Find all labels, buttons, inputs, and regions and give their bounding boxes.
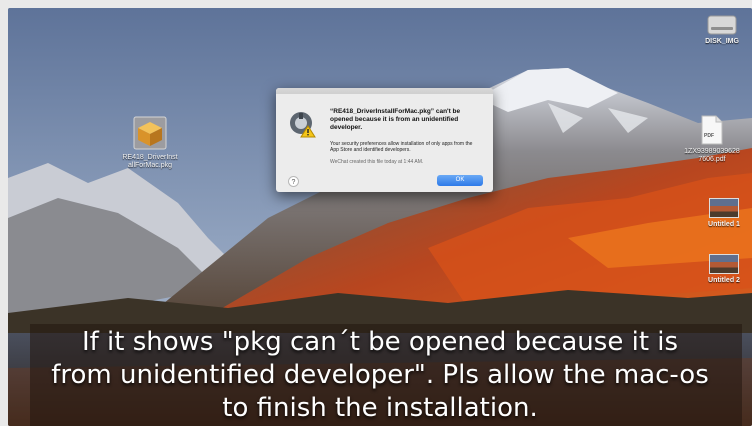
screenshot-thumbnail-icon: [709, 198, 739, 218]
screen-frame: RE418_DriverInst allForMac.pkg DISK_IMG …: [8, 8, 752, 426]
dialog-file-origin: WeChat created this file today at 1:44 A…: [330, 159, 424, 165]
desktop-icon-untitled-1-label: Untitled 1: [708, 221, 740, 228]
screenshot-thumbnail-icon: [709, 254, 739, 274]
desktop-icon-pkg-label: RE418_DriverInst allForMac.pkg: [122, 154, 178, 169]
desktop-icon-pdf-label: 1ZX93989039628 7606.pdf: [684, 148, 740, 163]
caption-line-1: If it shows "pkg can´t be opened because…: [81, 327, 679, 357]
desktop-icon-untitled-2[interactable]: Untitled 2: [702, 254, 746, 285]
video-caption: If it shows "pkg can´t be opened because…: [8, 326, 752, 425]
caption-line-3: to finish the installation.: [222, 393, 538, 423]
desktop-icon-untitled-1[interactable]: Untitled 1: [702, 198, 746, 229]
caption-line-2: from unidentified developer". Pls allow …: [51, 360, 709, 390]
hard-drive-icon: [707, 14, 737, 36]
desktop-icon-pdf[interactable]: PDF 1ZX93989039628 7606.pdf: [675, 115, 749, 164]
dialog-message: Your security preferences allow installa…: [330, 141, 473, 153]
desktop-icon-disk[interactable]: DISK_IMG: [701, 14, 743, 46]
desktop-icon-pkg[interactable]: RE418_DriverInst allForMac.pkg: [112, 116, 188, 170]
pdf-badge: PDF: [704, 133, 714, 139]
ok-button[interactable]: OK: [437, 175, 483, 186]
package-icon: [133, 116, 167, 150]
gatekeeper-security-icon: [288, 110, 316, 138]
pdf-document-icon: PDF: [701, 115, 723, 145]
dialog-title: “RE418_DriverInstallForMac.pkg” can't be…: [330, 108, 461, 131]
dialog-titlebar: [276, 88, 493, 94]
unidentified-developer-alert: “RE418_DriverInstallForMac.pkg” can't be…: [276, 88, 493, 192]
desktop-icon-disk-label: DISK_IMG: [705, 38, 739, 45]
help-button[interactable]: ?: [288, 176, 299, 187]
desktop-icon-untitled-2-label: Untitled 2: [708, 277, 740, 284]
